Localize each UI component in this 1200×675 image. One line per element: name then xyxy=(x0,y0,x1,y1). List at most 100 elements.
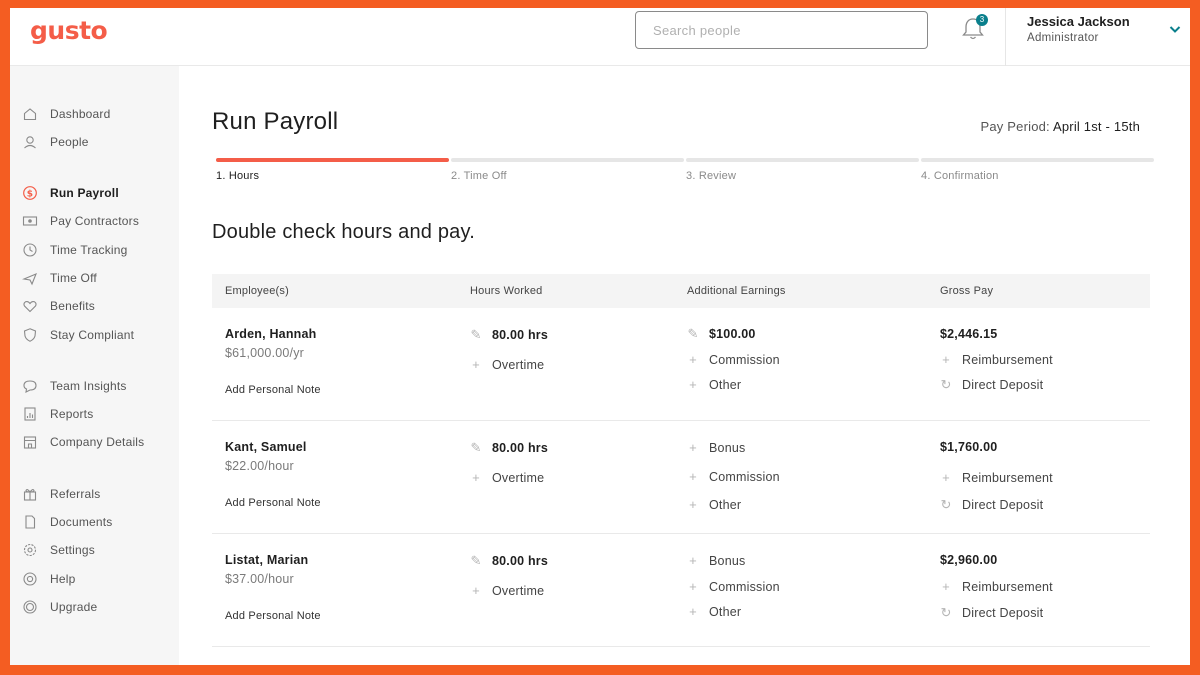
plus-icon: + xyxy=(689,579,697,594)
step-label: 2. Time Off xyxy=(451,170,507,182)
refresh-icon: ↻ xyxy=(940,377,952,392)
shield-icon xyxy=(23,328,37,342)
svg-text:$: $ xyxy=(27,190,33,200)
sidebar-item-label: Reports xyxy=(50,407,94,421)
pay-period-label: Pay Period: xyxy=(980,119,1050,134)
add-reimbursement-button[interactable]: + Reimbursement xyxy=(940,470,1053,485)
sidebar-item-benefits[interactable]: Benefits xyxy=(22,296,95,316)
plus-icon: + xyxy=(472,470,480,485)
direct-deposit-toggle[interactable]: ↻ Direct Deposit xyxy=(940,605,1043,621)
dollar-icon: $ xyxy=(23,186,37,200)
earnings-value: $100.00 xyxy=(709,327,756,341)
add-commission-button[interactable]: + Commission xyxy=(687,469,780,484)
hours-field[interactable]: ✎ 80.00 hrs xyxy=(470,440,548,456)
gusto-logo[interactable]: gusto xyxy=(30,16,108,45)
add-overtime-button[interactable]: + Overtime xyxy=(470,470,544,485)
step-review[interactable]: 3. Review xyxy=(686,158,919,182)
hours-value: 80.00 hrs xyxy=(492,328,549,342)
step-hours[interactable]: 1. Hours xyxy=(216,158,449,182)
notification-badge: 3 xyxy=(976,14,988,26)
hours-field[interactable]: ✎ 80.00 hrs xyxy=(470,327,548,343)
other-label: Other xyxy=(709,498,742,512)
user-role: Administrator xyxy=(1027,32,1099,44)
document-icon xyxy=(25,515,36,529)
sidebar-item-settings[interactable]: Settings xyxy=(22,540,95,560)
user-name[interactable]: Jessica Jackson xyxy=(1027,14,1130,29)
step-label: 4. Confirmation xyxy=(921,170,999,182)
sidebar-item-referrals[interactable]: Referrals xyxy=(22,484,100,504)
add-reimbursement-button[interactable]: + Reimbursement xyxy=(940,352,1053,367)
add-commission-button[interactable]: + Commission xyxy=(687,579,780,594)
gross-pay-value: $2,960.00 xyxy=(940,553,998,567)
plus-icon: + xyxy=(689,352,697,367)
sidebar-item-run-payroll[interactable]: $ Run Payroll xyxy=(22,183,119,203)
add-other-button[interactable]: + Other xyxy=(687,377,741,392)
earnings-field[interactable]: ✎ $100.00 xyxy=(687,326,756,342)
section-title: Double check hours and pay. xyxy=(212,221,475,243)
add-bonus-button[interactable]: + Bonus xyxy=(687,553,745,568)
sidebar-item-label: Run Payroll xyxy=(50,186,119,200)
table-row: Arden, Hannah $61,000.00/yr Add Personal… xyxy=(212,308,1150,421)
bonus-label: Bonus xyxy=(709,554,746,568)
direct-deposit-toggle[interactable]: ↻ Direct Deposit xyxy=(940,497,1043,513)
step-confirmation[interactable]: 4. Confirmation xyxy=(921,158,1154,182)
employee-name: Arden, Hannah xyxy=(225,327,317,341)
clock-icon xyxy=(23,243,37,257)
gift-icon xyxy=(23,488,37,501)
page-title: Run Payroll xyxy=(212,108,339,135)
plus-icon: + xyxy=(689,497,697,512)
sidebar-item-label: Upgrade xyxy=(50,600,98,614)
sidebar-item-documents[interactable]: Documents xyxy=(22,512,113,532)
sidebar-item-people[interactable]: People xyxy=(22,132,89,152)
add-personal-note-link[interactable]: Add Personal Note xyxy=(225,497,321,509)
add-commission-button[interactable]: + Commission xyxy=(687,352,780,367)
sidebar-item-label: Time Off xyxy=(50,271,97,285)
plus-icon: + xyxy=(689,377,697,392)
plus-icon: + xyxy=(689,604,697,619)
add-other-button[interactable]: + Other xyxy=(687,497,741,512)
sidebar-item-time-tracking[interactable]: Time Tracking xyxy=(22,240,128,260)
sidebar-item-stay-compliant[interactable]: Stay Compliant xyxy=(22,325,134,345)
sidebar-item-help[interactable]: Help xyxy=(22,569,75,589)
gross-pay-value: $2,446.15 xyxy=(940,327,998,341)
direct-deposit-label: Direct Deposit xyxy=(962,378,1044,392)
commission-label: Commission xyxy=(709,580,780,594)
plane-icon xyxy=(22,272,37,286)
add-personal-note-link[interactable]: Add Personal Note xyxy=(225,384,321,396)
add-overtime-button[interactable]: + Overtime xyxy=(470,583,544,598)
payroll-table: Employee(s) Hours Worked Additional Earn… xyxy=(212,274,1150,647)
plus-icon: + xyxy=(472,357,480,372)
add-personal-note-link[interactable]: Add Personal Note xyxy=(225,610,321,622)
sidebar-item-label: Dashboard xyxy=(50,107,111,121)
sidebar-item-reports[interactable]: Reports xyxy=(22,404,93,424)
add-bonus-button[interactable]: + Bonus xyxy=(687,440,745,455)
gross-pay-value: $1,760.00 xyxy=(940,440,998,454)
bonus-label: Bonus xyxy=(709,441,746,455)
employee-name: Kant, Samuel xyxy=(225,440,307,454)
add-reimbursement-button[interactable]: + Reimbursement xyxy=(940,579,1053,594)
sidebar-item-pay-contractors[interactable]: Pay Contractors xyxy=(22,211,139,231)
add-overtime-button[interactable]: + Overtime xyxy=(470,357,544,372)
sidebar-item-time-off[interactable]: Time Off xyxy=(22,268,97,288)
heart-icon xyxy=(23,300,37,313)
sidebar-item-team-insights[interactable]: Team Insights xyxy=(22,376,127,396)
sidebar-item-label: Help xyxy=(50,572,76,586)
direct-deposit-label: Direct Deposit xyxy=(962,606,1044,620)
pencil-icon: ✎ xyxy=(687,326,699,341)
direct-deposit-toggle[interactable]: ↻ Direct Deposit xyxy=(940,377,1043,393)
column-header-employees: Employee(s) xyxy=(225,285,289,297)
top-bar: gusto 3 Jessica Jackson Administrator xyxy=(10,8,1190,66)
hours-field[interactable]: ✎ 80.00 hrs xyxy=(470,553,548,569)
column-header-earnings: Additional Earnings xyxy=(687,285,786,297)
chevron-down-icon[interactable] xyxy=(1168,22,1182,36)
sidebar-item-label: Settings xyxy=(50,543,95,557)
pencil-icon: ✎ xyxy=(470,553,482,568)
sidebar-item-upgrade[interactable]: Upgrade xyxy=(22,597,97,617)
add-other-button[interactable]: + Other xyxy=(687,604,741,619)
step-time-off[interactable]: 2. Time Off xyxy=(451,158,684,182)
sidebar-item-label: People xyxy=(50,135,89,149)
search-input[interactable] xyxy=(635,11,928,49)
sidebar-item-dashboard[interactable]: Dashboard xyxy=(22,104,111,124)
sidebar-item-company-details[interactable]: Company Details xyxy=(22,432,144,452)
column-header-hours: Hours Worked xyxy=(470,285,543,297)
